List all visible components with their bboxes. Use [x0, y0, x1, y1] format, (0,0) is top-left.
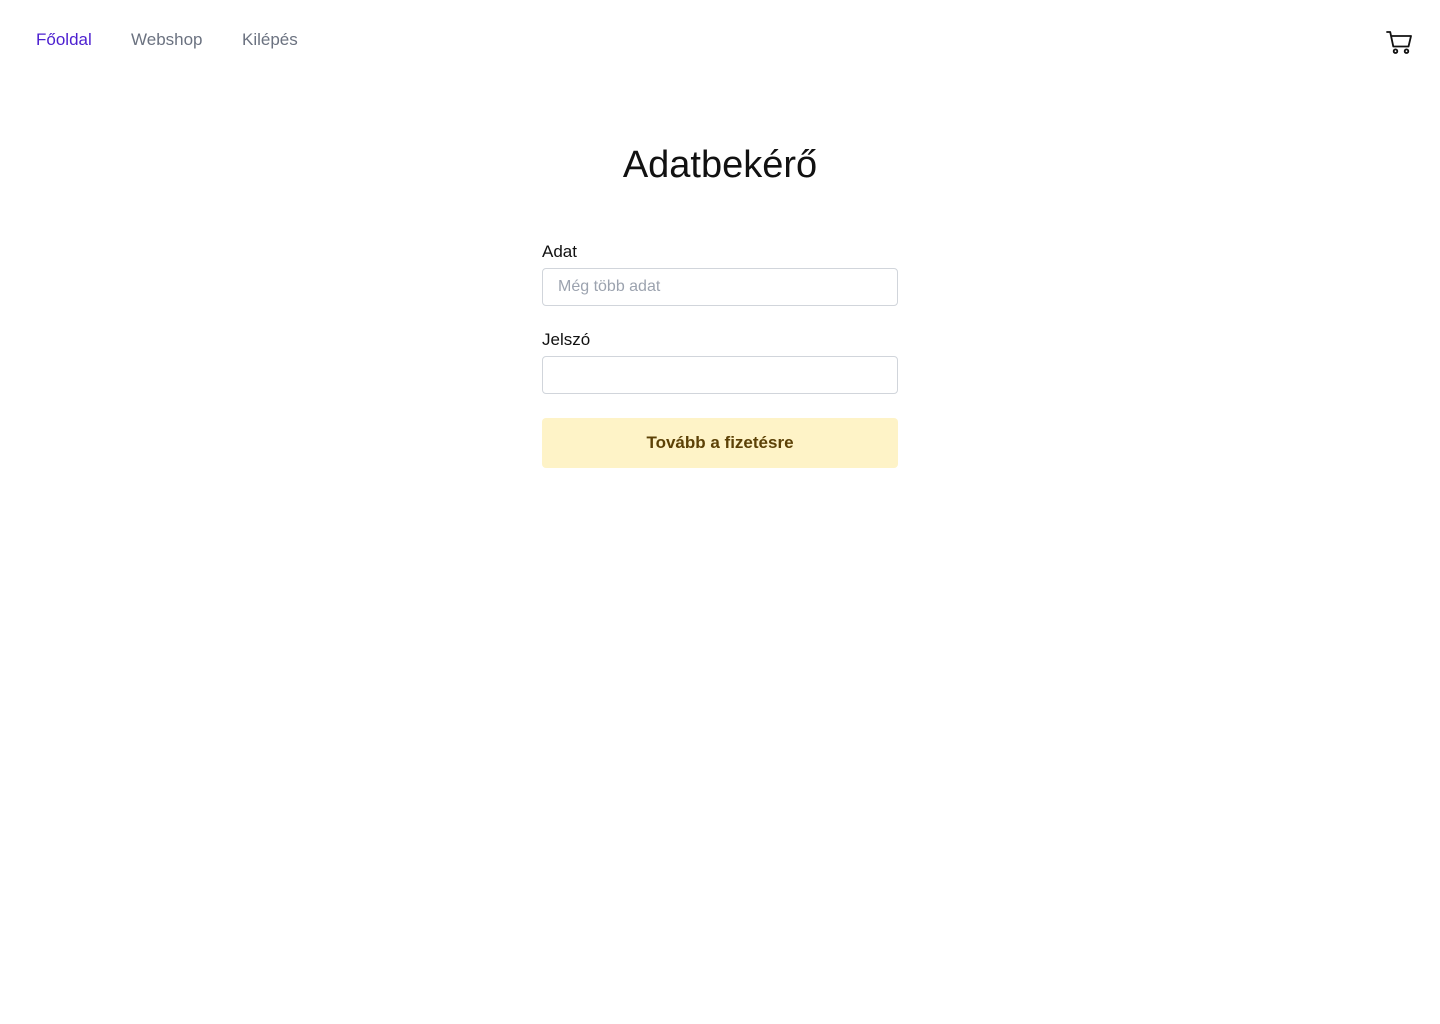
continue-to-payment-button[interactable]: Tovább a fizetésre [542, 418, 898, 468]
nav-link-logout[interactable]: Kilépés [242, 30, 298, 50]
page-title: Adatbekérő [622, 144, 818, 186]
data-field-label: Adat [542, 242, 577, 261]
top-navigation: Főoldal Webshop Kilépés [0, 0, 1440, 80]
nav-link-webshop[interactable]: Webshop [131, 30, 203, 50]
cart-button[interactable] [1384, 27, 1414, 57]
data-input[interactable] [542, 268, 898, 306]
password-input[interactable] [542, 356, 898, 394]
data-entry-form: Adat Jelszó Tovább a fizetésre [542, 242, 898, 468]
password-field-group: Jelszó [542, 330, 898, 394]
data-field-group: Adat [542, 242, 898, 306]
password-field-label: Jelszó [542, 330, 591, 349]
shopping-cart-icon [1386, 31, 1412, 54]
nav-link-home[interactable]: Főoldal [36, 30, 92, 50]
